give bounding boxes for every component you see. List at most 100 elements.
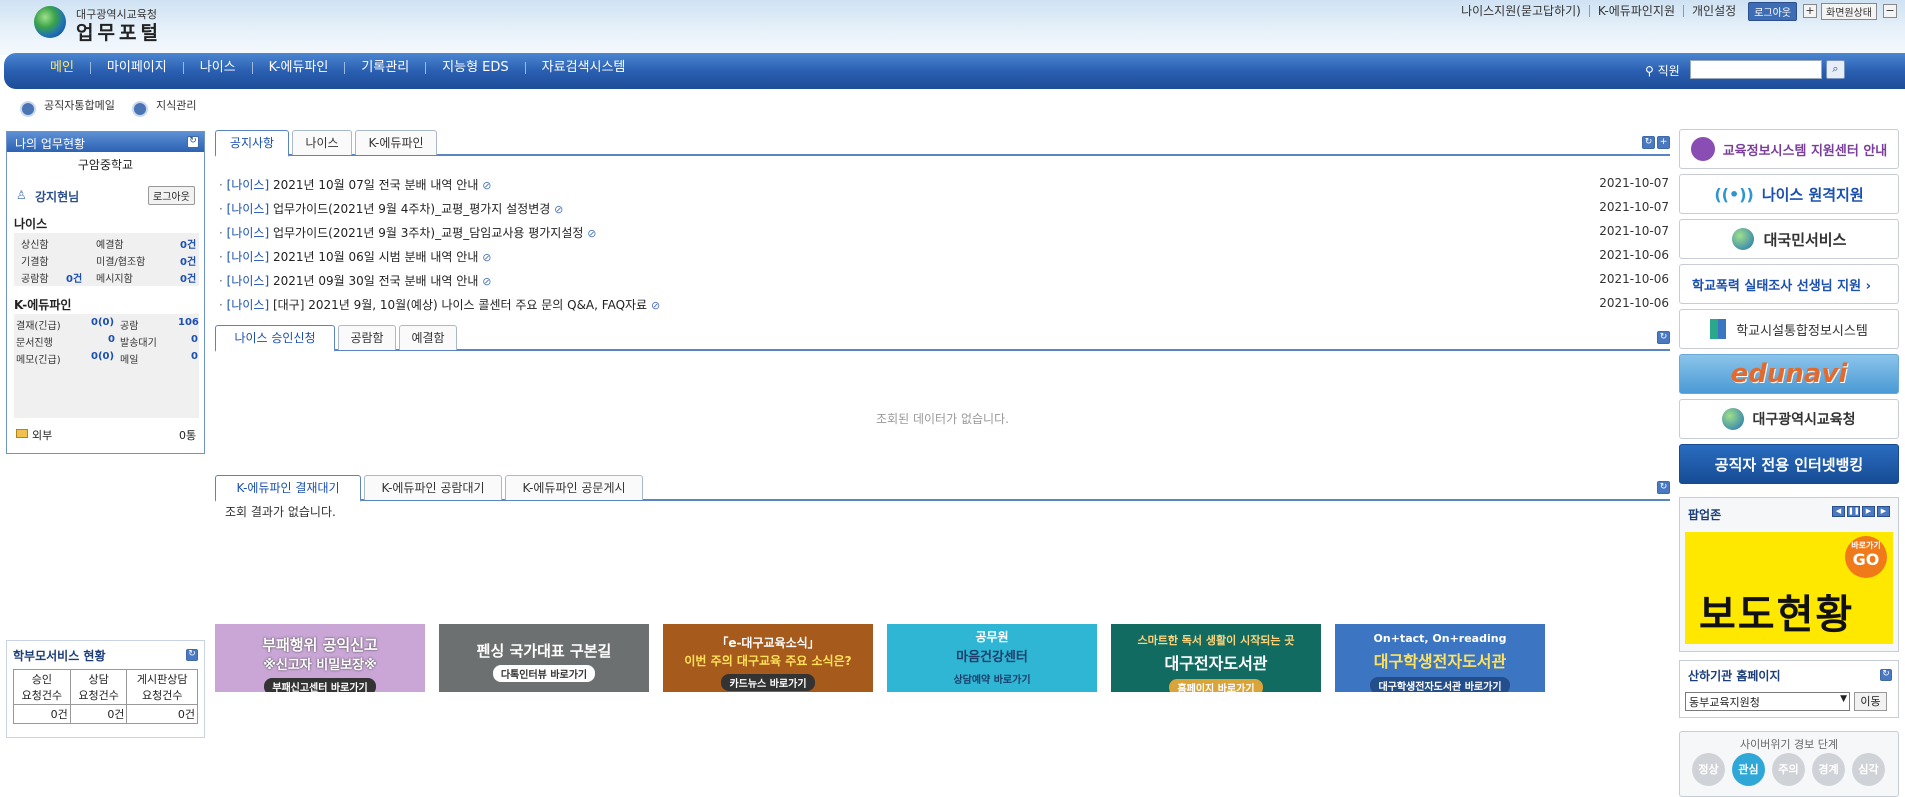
notice-title[interactable]: 업무가이드(2021년 9월 3주차)_교평_담임교사용 평가지설정 (273, 226, 583, 240)
user-name[interactable]: 강지현님 (35, 188, 79, 205)
edufine-count[interactable]: 0 (191, 334, 198, 345)
parents-value[interactable]: 0건 (69, 704, 128, 724)
refresh-icon[interactable]: ↻ (1657, 481, 1670, 494)
tab-neis[interactable]: 나이스 (292, 130, 352, 155)
list-item[interactable]: · [나이스] 업무가이드(2021년 9월 3주차)_교평_담임교사용 평가지… (219, 224, 1669, 242)
list-item[interactable]: · [나이스] 2021년 09월 30일 전국 분배 내역 안내 ⊘ 2021… (219, 272, 1669, 290)
prev-icon[interactable]: ◀ (1832, 506, 1845, 517)
staff-search-input[interactable] (1690, 60, 1822, 79)
neis-cell[interactable]: 기결함 (21, 253, 49, 268)
refresh-icon[interactable]: ↻ (1642, 136, 1655, 149)
list-item[interactable]: · [나이스] [대구] 2021년 9월, 10월(예상) 나이스 콜센터 주… (219, 296, 1669, 314)
notice-title[interactable]: 2021년 10월 07일 전국 분배 내역 안내 (273, 178, 478, 192)
neis-support-link[interactable]: 나이스지원(묻고답하기) (1453, 5, 1590, 17)
quick-mail[interactable]: 공직자통합메일 (20, 99, 115, 117)
go-badge[interactable]: 바로가기 GO (1845, 536, 1887, 578)
neis-cell[interactable]: 상신함 (21, 236, 49, 251)
banner-fencing-interview[interactable]: 펜싱 국가대표 구본길 다톡인터뷰 바로가기 (439, 624, 649, 692)
neis-count[interactable]: 0건 (180, 236, 196, 251)
link-support-center[interactable]: 교육정보시스템 지원센터 안내 (1679, 129, 1899, 169)
edufine-count[interactable]: 106 (178, 317, 199, 328)
refresh-icon[interactable]: ↻ (187, 136, 199, 148)
list-item[interactable]: · [나이스] 2021년 10월 06일 시범 분배 내역 안내 ⊘ 2021… (219, 248, 1669, 266)
popup-banner[interactable]: 바로가기 GO 보도현황 (1685, 532, 1893, 644)
tab-circulation[interactable]: 공람함 (338, 325, 396, 350)
edufine-count[interactable]: 0 (108, 334, 115, 345)
notice-title[interactable]: 2021년 09월 30일 전국 분배 내역 안내 (273, 274, 478, 288)
edufine-cell[interactable]: 문서진행 (16, 334, 53, 349)
refresh-icon[interactable]: ↻ (1657, 331, 1670, 344)
link-school-facility[interactable]: 학교시설통합정보시스템 (1679, 309, 1899, 349)
nav-edufine[interactable]: K-에듀파인 (251, 61, 345, 74)
neis-cell[interactable]: 미결/협조함 (96, 253, 145, 268)
parents-value[interactable]: 0건 (13, 704, 71, 724)
tab-edufine[interactable]: K-에듀파인 (355, 130, 437, 155)
edufine-cell[interactable]: 메일 (120, 351, 138, 366)
link-edunavi[interactable]: edunavi (1679, 354, 1899, 394)
notice-title[interactable]: 업무가이드(2021년 9월 4주차)_교평_평가지 설정변경 (273, 202, 550, 216)
nav-main[interactable]: 메인 (40, 61, 90, 74)
nav-neis[interactable]: 나이스 (182, 61, 252, 74)
neis-count[interactable]: 0건 (66, 270, 82, 285)
logo-globe-icon[interactable] (34, 6, 66, 38)
link-school-violence-survey[interactable]: 학교폭력 실태조사 선생님 지원 › (1679, 264, 1899, 304)
neis-cell[interactable]: 메시지함 (96, 270, 133, 285)
more-icon[interactable]: + (1657, 136, 1670, 149)
edufine-support-link[interactable]: K-에듀파인지원 (1590, 5, 1685, 17)
nav-eds[interactable]: 지능형 EDS (425, 61, 525, 74)
link-neis-remote[interactable]: ((•)) 나이스 원격지원 (1679, 174, 1899, 214)
notice-title[interactable]: 2021년 10월 06일 시범 분배 내역 안내 (273, 250, 478, 264)
link-internet-banking[interactable]: 공직자 전용 인터넷뱅킹 (1679, 444, 1899, 484)
nav-mypage[interactable]: 마이페이지 (89, 61, 183, 74)
external-mail-label[interactable]: 외부 (32, 427, 52, 443)
edufine-cell[interactable]: 결재(긴급) (16, 317, 61, 332)
next-icon[interactable]: ▶ (1877, 506, 1890, 517)
notice-title[interactable]: [대구] 2021년 9월, 10월(예상) 나이스 콜센터 주요 문의 Q&A… (273, 298, 647, 312)
tab-pending[interactable]: 예결함 (399, 325, 457, 350)
banner-e-library[interactable]: 스마트한 독서 생활이 시작되는 곳 대구전자도서관 홈페이지 바로가기 (1111, 624, 1321, 692)
banner-mental-health[interactable]: 공무원 마음건강센터 상담예약 바로가기 (887, 624, 1097, 692)
nav-records[interactable]: 기록관리 (344, 61, 425, 74)
edufine-cell[interactable]: 발송대기 (120, 334, 157, 349)
banner-edu-news[interactable]: 「e-대구교육소식」 이번 주의 대구교육 주요 소식은? 카드뉴스 바로가기 (663, 624, 873, 692)
tab-neis-approval[interactable]: 나이스 승인신청 (215, 325, 335, 352)
tab-edufine-approval[interactable]: K-에듀파인 결재대기 (215, 475, 361, 502)
edufine-cell[interactable]: 공람 (120, 317, 138, 332)
zoom-out-icon[interactable]: − (1883, 4, 1897, 18)
personal-settings-link[interactable]: 개인설정 (1684, 5, 1744, 17)
external-mail-count[interactable]: 0통 (179, 427, 196, 443)
refresh-icon[interactable]: ↻ (186, 649, 198, 661)
list-item[interactable]: · [나이스] 업무가이드(2021년 9월 4주차)_교평_평가지 설정변경 … (219, 200, 1669, 218)
link-public-service[interactable]: 대국민서비스 (1679, 219, 1899, 259)
neis-count[interactable]: 0건 (180, 270, 196, 285)
quick-knowledge[interactable]: 지식관리 (132, 99, 196, 117)
panel-logout-button[interactable]: 로그아웃 (148, 186, 195, 205)
banner-student-e-library[interactable]: On+tact, On+reading 대구학생전자도서관 대구학생전자도서관 … (1335, 624, 1545, 692)
play-icon[interactable]: ▶ (1862, 506, 1875, 517)
edufine-count[interactable]: 0(0) (91, 317, 114, 328)
neis-cell[interactable]: 예결함 (96, 236, 124, 251)
parents-value[interactable]: 0건 (126, 704, 198, 724)
banner-corruption-report[interactable]: 부패행위 공익신고 ※신고자 비밀보장※ 부패신고센터 바로가기 (215, 624, 425, 692)
restore-view-button[interactable]: 화면원상태 (1821, 2, 1877, 20)
edufine-count[interactable]: 0 (191, 351, 198, 362)
tab-edufine-circulation[interactable]: K-에듀파인 공람대기 (364, 475, 502, 500)
sub-sites-select[interactable]: 동부교육지원청 ▼ (1685, 692, 1850, 711)
site-title[interactable]: 업무포털 (76, 18, 162, 45)
list-item[interactable]: · [나이스] 2021년 10월 07일 전국 분배 내역 안내 ⊘ 2021… (219, 176, 1669, 194)
edufine-cell[interactable]: 메모(긴급) (16, 351, 61, 366)
tab-edufine-board[interactable]: K-에듀파인 공문게시 (505, 475, 643, 500)
logout-button[interactable]: 로그아웃 (1748, 1, 1797, 21)
nav-search-system[interactable]: 자료검색시스템 (524, 61, 642, 74)
tab-notice[interactable]: 공지사항 (215, 130, 289, 157)
search-icon[interactable]: ⌕ (1826, 60, 1845, 79)
sub-sites-go-button[interactable]: 이동 (1854, 692, 1887, 711)
refresh-icon[interactable]: ↻ (1880, 669, 1892, 681)
neis-cell[interactable]: 공람함 (21, 270, 49, 285)
zoom-in-icon[interactable]: + (1803, 4, 1817, 18)
neis-count[interactable]: 0건 (180, 253, 196, 268)
cyber-alert-panel: 사이버위기 경보 단계 정상 관심 주의 경계 심각 (1679, 731, 1899, 797)
pause-icon[interactable]: ❚❚ (1847, 506, 1860, 517)
link-daegu-education-office[interactable]: 대구광역시교육청 (1679, 399, 1899, 439)
edufine-count[interactable]: 0(0) (91, 351, 114, 362)
